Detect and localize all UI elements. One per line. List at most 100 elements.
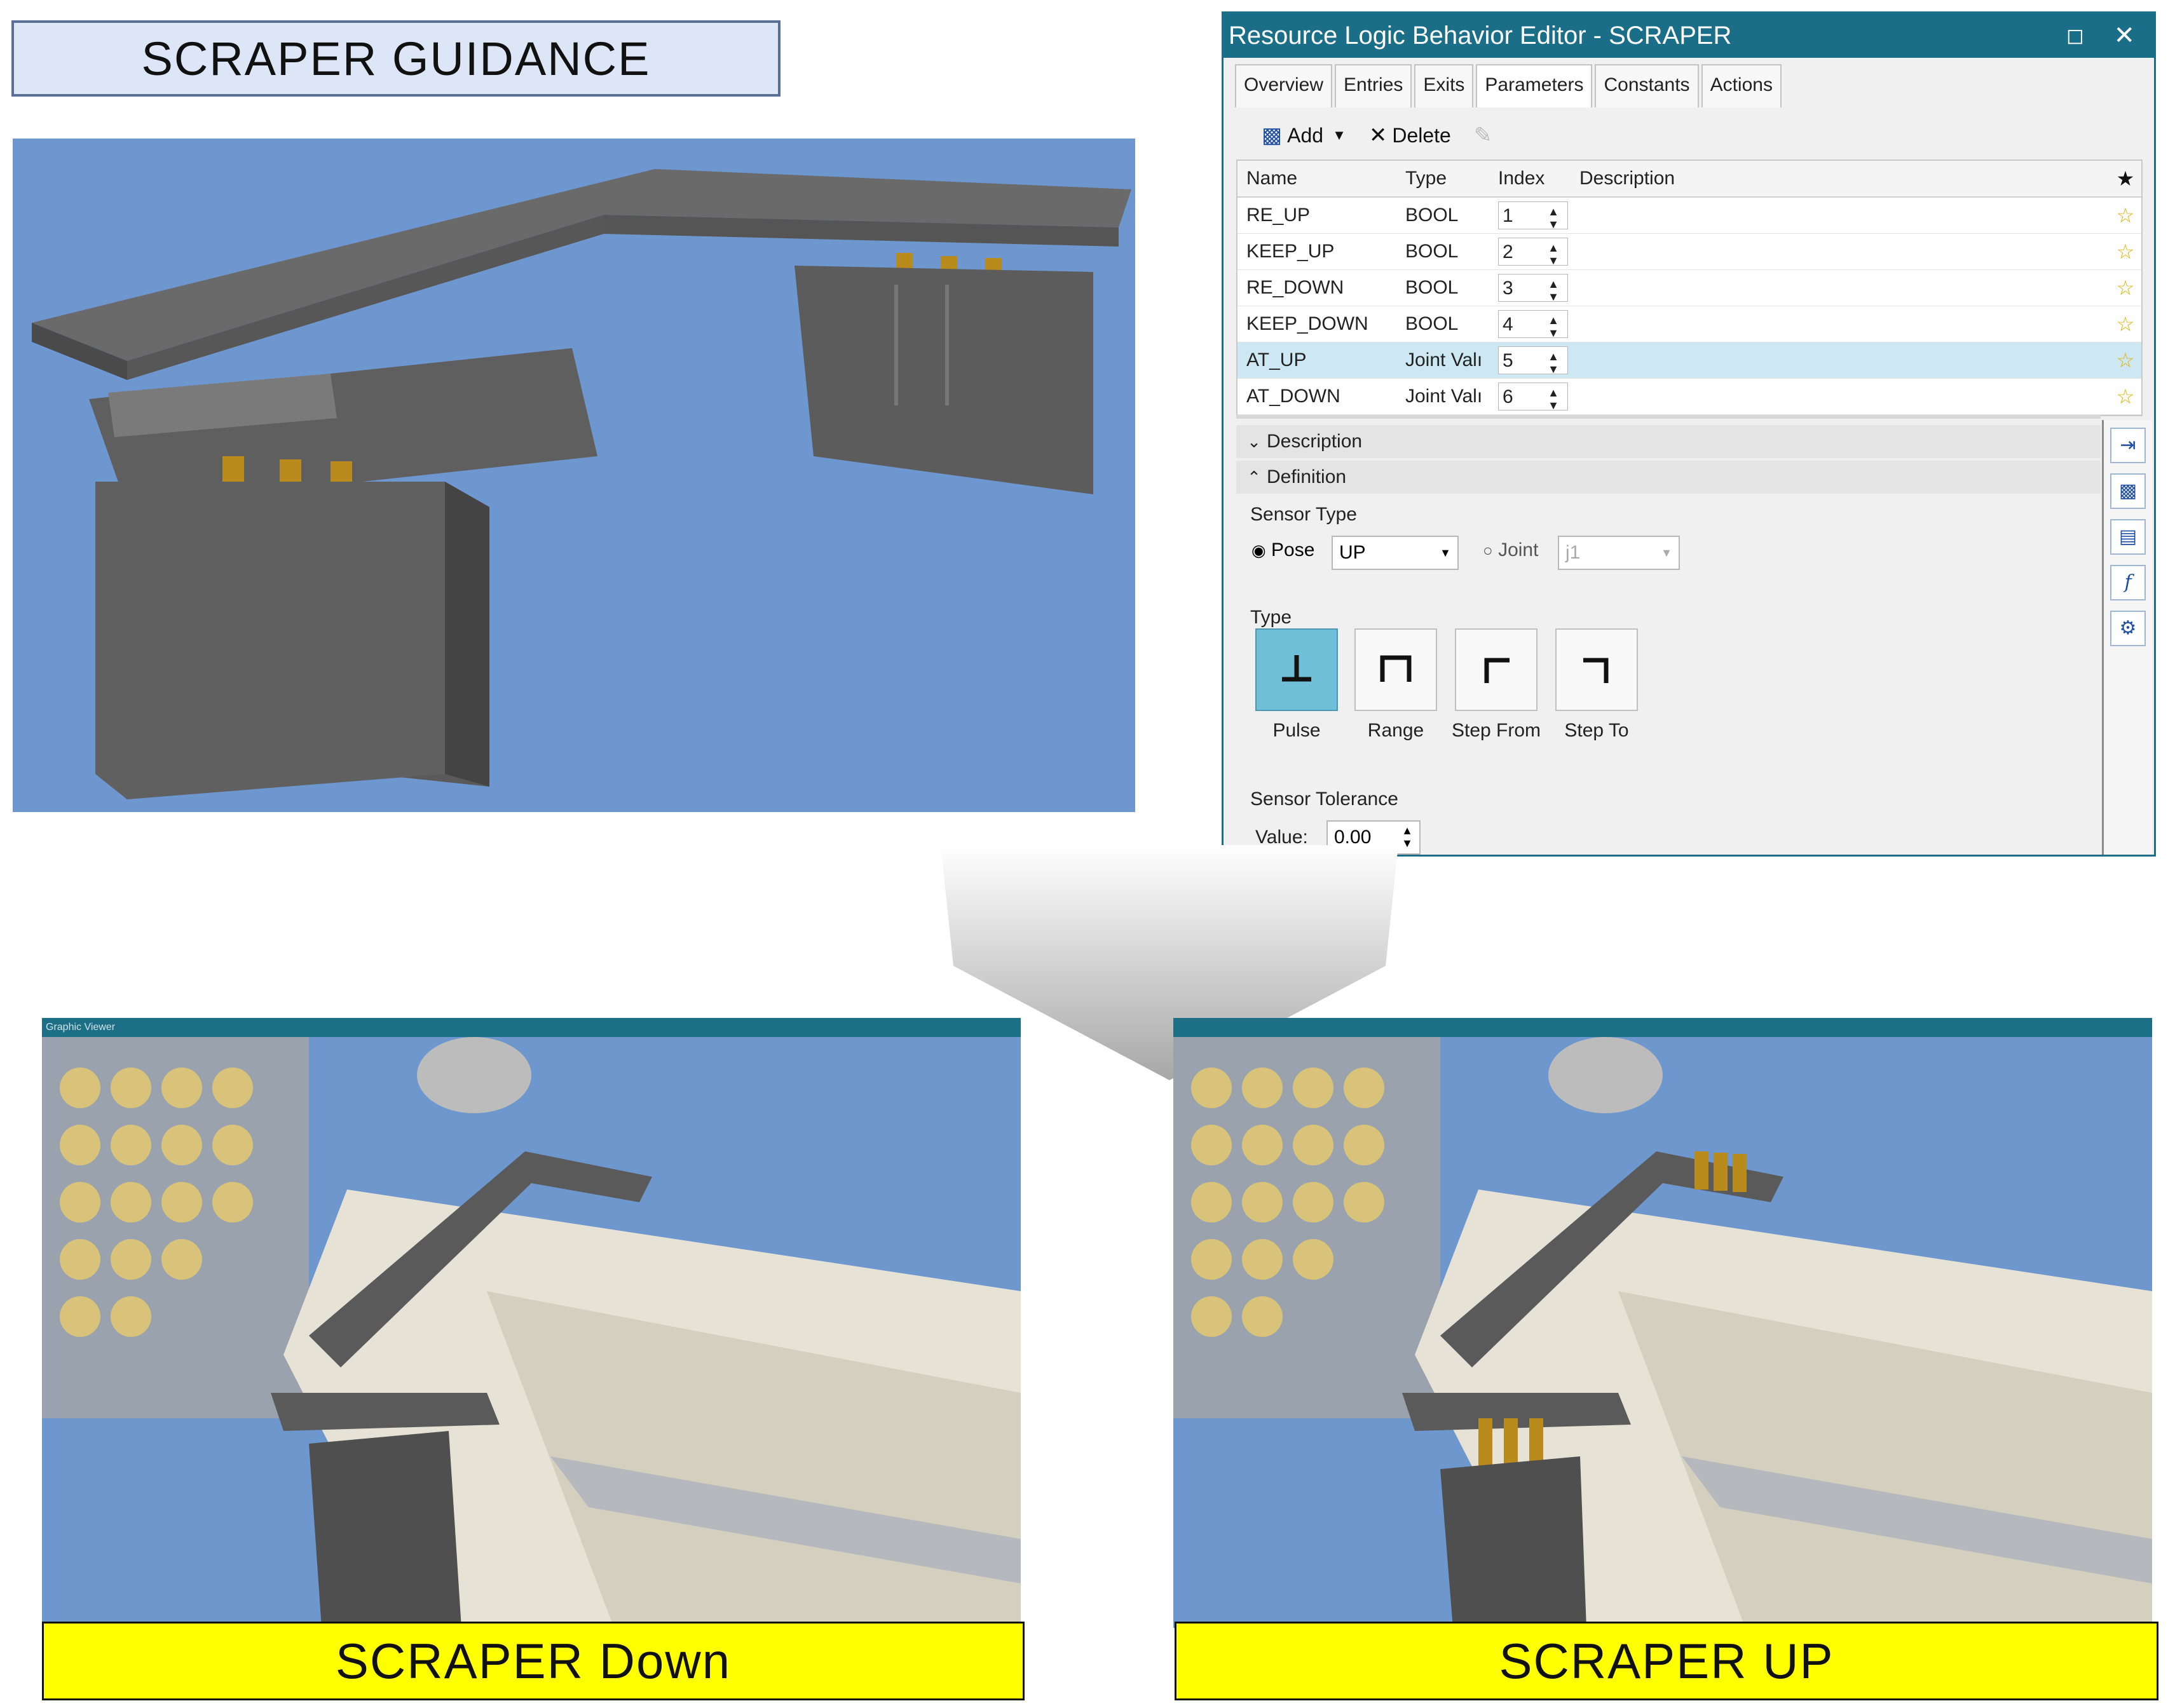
viewport-title: [1173, 1018, 2152, 1037]
type-step-to-button[interactable]: [1555, 628, 1638, 711]
param-index[interactable]: 4 ▲ ▼: [1492, 310, 1571, 339]
settings-parameter-icon[interactable]: ⚙: [2110, 611, 2146, 646]
spinner-arrows-icon[interactable]: ▲ ▼: [1401, 824, 1413, 850]
side-toolbar: ⇥ ▩ ▤ f ⚙: [2102, 420, 2152, 855]
table-row[interactable]: AT_DOWN Joint Valı 6 ▲ ▼ ☆: [1237, 379, 2141, 415]
param-type: BOOL: [1405, 313, 1459, 334]
spinner-arrows-icon[interactable]: ▲ ▼: [1548, 205, 1559, 231]
star-icon[interactable]: ☆: [2110, 348, 2141, 372]
column-header-index[interactable]: Index: [1492, 168, 1571, 189]
pose-select[interactable]: UP ▼: [1332, 536, 1459, 570]
type-pulse-button[interactable]: [1255, 628, 1338, 711]
column-header-description[interactable]: Description: [1571, 168, 2110, 189]
step-from-icon: [1484, 658, 1510, 683]
type-pulse-label: Pulse: [1272, 720, 1321, 741]
sensor-type-label: Sensor Type: [1250, 504, 1357, 525]
type-step-from-button[interactable]: [1455, 628, 1537, 711]
add-button-label: Add: [1287, 123, 1324, 147]
edit-icon-button[interactable]: ✎: [1474, 123, 1497, 148]
param-name: KEEP_DOWN: [1246, 313, 1368, 334]
chevron-down-icon[interactable]: ▼: [1332, 127, 1346, 144]
scraper-model-view: [13, 139, 1135, 812]
param-type: BOOL: [1405, 241, 1459, 262]
spinner-arrows-icon[interactable]: ▲ ▼: [1548, 350, 1559, 376]
maximize-icon[interactable]: ◻: [2066, 13, 2084, 58]
editor-toolbar: ▩ Add ▼ ✕ Delete ✎: [1262, 115, 1520, 156]
add-button[interactable]: ▩ Add ▼: [1262, 123, 1346, 148]
parameter-icon[interactable]: ▩: [2110, 473, 2146, 509]
scraper-down-scene: [42, 1037, 1021, 1628]
pulse-icon: [1282, 655, 1311, 682]
param-index[interactable]: 2 ▲ ▼: [1492, 238, 1571, 267]
pose-radio[interactable]: ◉ Pose: [1251, 539, 1314, 561]
table-row-selected[interactable]: AT_UP Joint Valı 5 ▲ ▼ ☆: [1237, 342, 2141, 379]
table-header-row: Name Type Index Description ★: [1237, 161, 2141, 198]
delete-icon: ✕: [1368, 123, 1387, 147]
param-index[interactable]: 1 ▲ ▼: [1492, 201, 1571, 231]
description-section-label: Description: [1267, 431, 1363, 452]
table-row[interactable]: KEEP_DOWN BOOL 4 ▲ ▼ ☆: [1237, 306, 2141, 342]
definition-section-header[interactable]: ⌃ Definition: [1236, 461, 2101, 494]
star-icon[interactable]: ☆: [2110, 312, 2141, 336]
spinner-arrows-icon[interactable]: ▲ ▼: [1548, 314, 1559, 339]
tab-entries[interactable]: Entries: [1335, 64, 1412, 107]
tab-exits[interactable]: Exits: [1414, 64, 1474, 107]
star-icon[interactable]: ☆: [2110, 384, 2141, 409]
editor-titlebar: Resource Logic Behavior Editor - SCRAPER…: [1224, 13, 2154, 58]
editor-tabs: Overview Entries Exits Parameters Consta…: [1235, 64, 1784, 107]
spinner-arrows-icon[interactable]: ▲ ▼: [1548, 386, 1559, 412]
param-name: KEEP_UP: [1246, 241, 1335, 262]
type-label: Type: [1250, 607, 1292, 628]
joint-radio[interactable]: ○ Joint: [1483, 539, 1538, 561]
formula-icon[interactable]: f: [2110, 565, 2146, 600]
close-icon[interactable]: ✕: [2113, 13, 2135, 58]
spinner-arrows-icon[interactable]: ▲ ▼: [1548, 241, 1559, 267]
tab-overview[interactable]: Overview: [1235, 64, 1333, 107]
dropdown-arrow-icon: ▼: [1440, 546, 1451, 559]
radio-unselected-icon: ○: [1483, 541, 1493, 560]
sensor-tolerance-label: Sensor Tolerance: [1250, 789, 1398, 810]
param-type: Joint Valı: [1405, 386, 1483, 407]
step-to-icon: [1583, 658, 1609, 683]
param-name: RE_UP: [1246, 205, 1311, 226]
description-section-header[interactable]: ⌄ Description: [1236, 425, 2101, 458]
star-icon[interactable]: ☆: [2110, 276, 2141, 300]
scraper-up-viewport[interactable]: [1173, 1018, 2152, 1628]
edit-icon: ✎: [1473, 123, 1492, 147]
tab-actions[interactable]: Actions: [1701, 64, 1782, 107]
chevron-down-icon: ⌄: [1247, 432, 1261, 451]
star-icon[interactable]: ☆: [2110, 203, 2141, 227]
scraper-up-scene: [1173, 1037, 2152, 1628]
tab-constants[interactable]: Constants: [1595, 64, 1699, 107]
viewport-title: Graphic Viewer: [42, 1018, 1021, 1037]
pose-select-value: UP: [1339, 542, 1366, 563]
editor-title: Resource Logic Behavior Editor - SCRAPER: [1229, 22, 1732, 50]
star-icon[interactable]: ☆: [2110, 240, 2141, 264]
param-index[interactable]: 3 ▲ ▼: [1492, 274, 1571, 303]
spinner-arrows-icon[interactable]: ▲ ▼: [1548, 278, 1559, 303]
caption-scraper-up: SCRAPER UP: [1175, 1622, 2158, 1700]
type-step-to-label: Step To: [1564, 720, 1629, 741]
column-header-name[interactable]: Name: [1237, 168, 1396, 189]
dropdown-arrow-icon: ▼: [1661, 546, 1672, 559]
delete-button[interactable]: ✕ Delete: [1369, 123, 1451, 148]
joint-select[interactable]: j1 ▼: [1558, 536, 1680, 570]
param-index[interactable]: 5 ▲ ▼: [1492, 346, 1571, 376]
import-parameter-icon[interactable]: ⇥: [2110, 428, 2146, 463]
type-range-button[interactable]: [1354, 628, 1437, 711]
table-row[interactable]: RE_UP BOOL 1 ▲ ▼ ☆: [1237, 198, 2141, 234]
param-type: Joint Valı: [1405, 349, 1483, 370]
range-icon: [1380, 655, 1412, 682]
save-icon[interactable]: ▤: [2110, 519, 2146, 555]
joint-select-value: j1: [1565, 542, 1581, 563]
table-row[interactable]: RE_DOWN BOOL 3 ▲ ▼ ☆: [1237, 270, 2141, 306]
definition-section-label: Definition: [1267, 466, 1347, 487]
param-index[interactable]: 6 ▲ ▼: [1492, 383, 1571, 412]
panel-splitter[interactable]: [1236, 415, 2101, 419]
type-range-label: Range: [1367, 720, 1424, 741]
table-row[interactable]: KEEP_UP BOOL 2 ▲ ▼ ☆: [1237, 234, 2141, 270]
tab-parameters[interactable]: Parameters: [1476, 64, 1593, 107]
column-header-type[interactable]: Type: [1396, 168, 1492, 189]
page-title: SCRAPER GUIDANCE: [11, 20, 781, 97]
scraper-down-viewport[interactable]: Graphic Viewer: [42, 1018, 1021, 1628]
